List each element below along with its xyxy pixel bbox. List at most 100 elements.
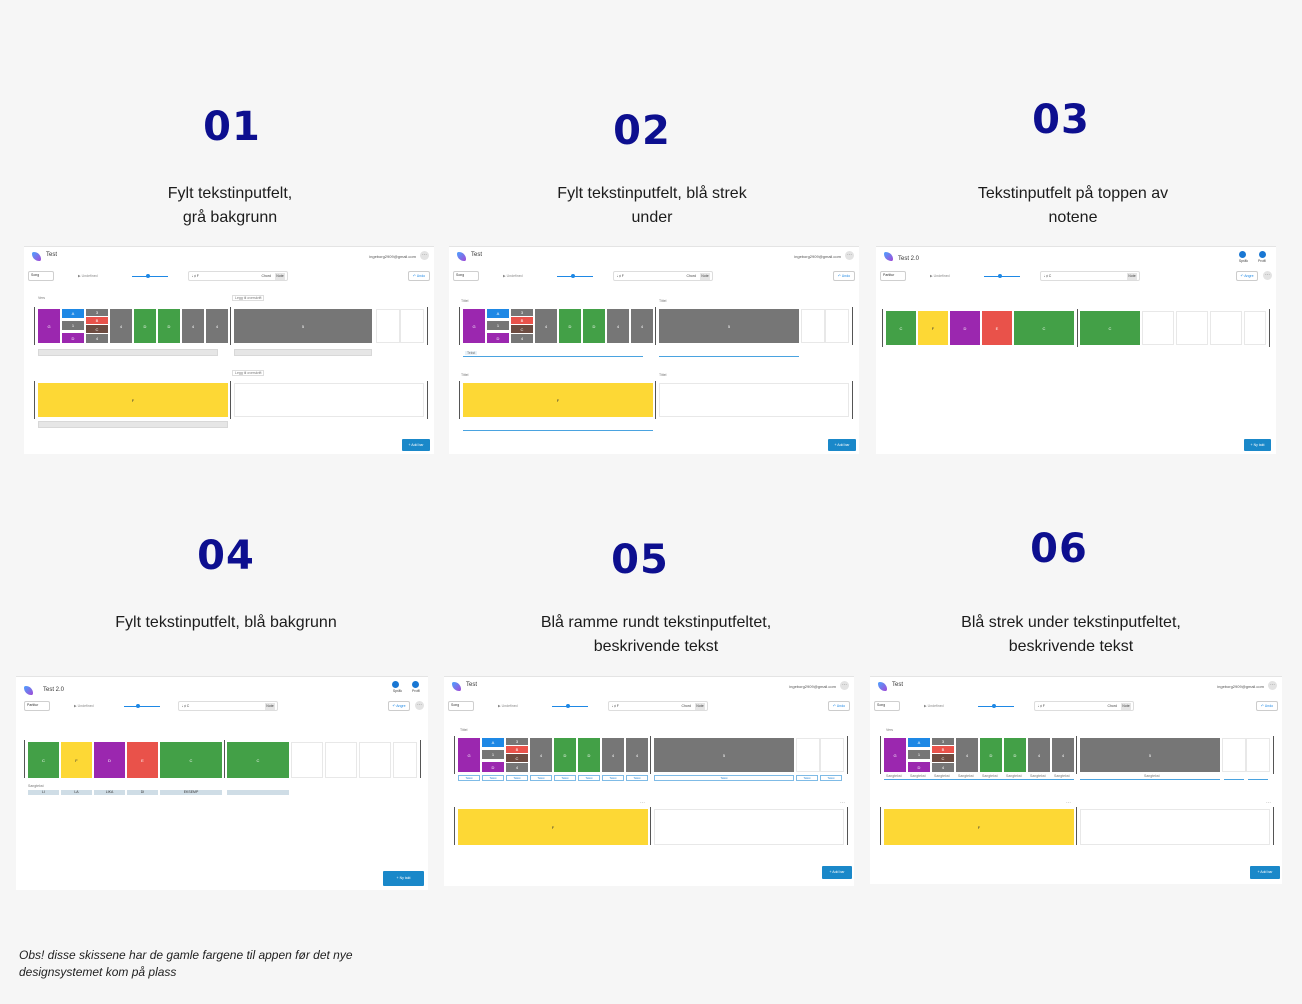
note-block[interactable]: A [62,309,84,318]
note-toggle[interactable]: Note [695,703,705,710]
add-bar-button[interactable]: + Ny takt [1244,439,1271,451]
more-icon[interactable]: ⋯ [420,251,429,260]
note-block[interactable]: 4 [506,763,528,772]
undo-button[interactable]: ↶ Undo [1256,701,1278,711]
note-block[interactable]: D [158,309,180,343]
more-icon[interactable]: ⋯ [1263,271,1272,280]
slider-handle[interactable] [146,274,150,278]
lyric-input[interactable]: Sangtekst [910,774,926,778]
note-block[interactable]: E [127,742,158,778]
undo-button[interactable]: ↶ Angre [1236,271,1258,281]
more-icon[interactable]: ⋯ [415,701,424,710]
empty-beat[interactable] [1142,311,1174,345]
tempo-slider[interactable] [132,276,168,277]
lyric-input[interactable] [38,349,218,356]
more-icon[interactable]: ⋯ [845,251,854,260]
note-block[interactable]: 4 [182,309,204,343]
add-bar-button[interactable]: + Add bar [1250,866,1280,879]
note-block[interactable]: 5 [1080,738,1220,772]
note-block[interactable]: D [482,762,504,772]
lyric-input[interactable]: EKSEMP [160,790,222,795]
play-button[interactable]: ▶ Undefined [924,704,944,708]
lyric-input[interactable]: Sangtekst [1144,774,1160,778]
note-block[interactable]: 1 [482,750,504,759]
tempo-slider[interactable] [124,706,160,707]
lyric-input[interactable] [227,790,289,795]
undo-button[interactable]: ↶ Undo [833,271,855,281]
lyric-input[interactable]: Tekst [654,775,794,781]
tempo-slider[interactable] [984,276,1020,277]
note-block[interactable]: C [227,742,289,778]
section-heading-input[interactable]: Legg til overskrift [232,370,265,376]
lyric-input[interactable]: Tekst [796,775,818,781]
lyric-input[interactable]: Tekst [554,775,576,781]
note-block[interactable]: B [506,746,528,753]
note-block[interactable]: G [38,309,60,343]
note-block[interactable]: B [86,317,108,324]
note-block[interactable]: 4 [626,738,648,772]
view-select[interactable]: Song [448,701,474,711]
view-select[interactable]: Partitur [24,701,50,711]
chord-toggle[interactable]: Chord [681,704,691,708]
play-button[interactable]: ▶ Undefined [498,704,518,708]
note-block[interactable]: C [506,754,528,762]
empty-beat[interactable] [825,309,849,343]
empty-beat[interactable] [1244,311,1266,345]
empty-beat[interactable] [359,742,391,778]
empty-beat[interactable] [325,742,357,778]
note-block[interactable]: 4 [1052,738,1074,772]
note-block[interactable]: C [1014,311,1074,345]
title-input[interactable]: Tittel [461,299,468,303]
note-block[interactable]: F [884,809,1074,845]
note-block[interactable]: 4 [631,309,653,343]
more-icon[interactable]: ⋯ [640,800,645,806]
note-block[interactable]: E [982,311,1012,345]
note-block[interactable]: F [463,383,653,417]
note-block[interactable]: 1 [487,321,509,330]
empty-beat[interactable] [1222,738,1246,772]
empty-beat[interactable] [1246,738,1270,772]
slider-handle[interactable] [992,704,996,708]
undo-button[interactable]: ↶ Angre [388,701,410,711]
note-block[interactable]: C [932,754,954,762]
note-block[interactable]: G [458,738,480,772]
lyric-input[interactable]: Tekst [465,351,478,355]
note-toggle[interactable]: Note [1127,273,1137,280]
note-block[interactable]: F [61,742,92,778]
empty-beat[interactable] [1210,311,1242,345]
note-block[interactable]: 4 [607,309,629,343]
empty-beat[interactable] [1080,809,1270,845]
empty-beat[interactable] [659,383,849,417]
note-block[interactable]: 4 [86,334,108,343]
note-toggle[interactable]: Note [265,703,275,710]
chord-toggle[interactable]: Chord [261,274,271,278]
lyric-input[interactable]: Tekst [506,775,528,781]
empty-beat[interactable] [400,309,424,343]
note-block[interactable]: 4 [602,738,624,772]
play-button[interactable]: ▶ Undefined [74,704,94,708]
note-block[interactable]: D [578,738,600,772]
empty-beat[interactable] [654,809,844,845]
empty-beat[interactable] [1176,311,1208,345]
empty-beat[interactable] [820,738,844,772]
language-icon[interactable] [1239,251,1246,258]
note-block[interactable]: 4 [511,334,533,343]
title-input[interactable]: Tittel [659,373,666,377]
note-block[interactable]: D [583,309,605,343]
undo-button[interactable]: ↶ Undo [408,271,430,281]
note-block[interactable]: D [134,309,156,343]
lyric-input[interactable]: Sangtekst [1006,774,1022,778]
chord-toggle[interactable]: Chord [1107,704,1117,708]
empty-beat[interactable] [801,309,825,343]
title-input[interactable]: Tittel [461,373,468,377]
note-block[interactable]: 5 [654,738,794,772]
note-block[interactable]: 3 [506,738,528,745]
lyric-input[interactable]: Sangtekst [982,774,998,778]
note-block[interactable]: 4 [110,309,132,343]
note-block[interactable]: 5 [659,309,799,343]
lyric-input[interactable]: Tekst [482,775,504,781]
more-icon[interactable]: ⋯ [840,681,849,690]
note-block[interactable]: 4 [1028,738,1050,772]
lyric-input[interactable] [38,421,228,428]
note-block[interactable]: B [511,317,533,324]
